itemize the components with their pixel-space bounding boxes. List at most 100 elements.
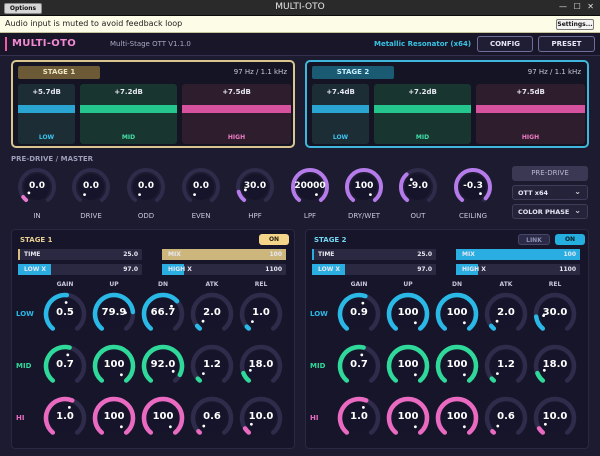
slider-value: 97.0 — [417, 266, 432, 273]
lowx-slider[interactable]: LOW X 97.0 — [18, 264, 142, 275]
slider-label: LOW X — [24, 266, 47, 273]
predrive-knob-out[interactable]: -9.0 — [398, 167, 438, 207]
slider-value: 100 — [269, 251, 282, 258]
meter-bar — [18, 105, 75, 113]
stage-2-crossover: 97 Hz / 1.1 kHz — [527, 68, 581, 76]
highx-slider[interactable]: HIGH X 1100 — [456, 264, 580, 275]
stage-1-mid-up-knob[interactable]: 100 — [92, 344, 136, 388]
config-button[interactable]: CONFIG — [477, 36, 533, 52]
knob-value: 2.0 — [497, 307, 515, 318]
meter-band-mid: +7.2dB MID — [80, 84, 177, 144]
maximize-icon[interactable]: ☐ — [574, 2, 583, 11]
time-slider[interactable]: TIME 25.0 — [312, 249, 436, 260]
predrive-knob-drive[interactable]: 0.0 — [71, 167, 111, 207]
time-slider[interactable]: TIME 25.0 — [18, 249, 142, 260]
slider-value: 97.0 — [123, 266, 138, 273]
stage-1-hi-atk-knob[interactable]: 0.6 — [190, 396, 234, 440]
predrive-knob-label: IN — [33, 212, 41, 220]
stage-2-mid-up-knob[interactable]: 100 — [386, 344, 430, 388]
stage-1-low-gain-knob[interactable]: 0.5 — [43, 292, 87, 336]
preset-button[interactable]: PRESET — [538, 36, 595, 52]
band-row-label: MID — [16, 362, 32, 370]
stage-2-on-button[interactable]: ON — [555, 234, 585, 245]
stage-1-low-rel-knob[interactable]: 1.0 — [239, 292, 283, 336]
mix-slider[interactable]: MIX 100 — [162, 249, 286, 260]
meter-band-mid: +7.2dB MID — [374, 84, 471, 144]
knob-value: 0.0 — [138, 181, 154, 191]
predrive-knob-even[interactable]: 0.0 — [181, 167, 221, 207]
stage-2-low-rel-knob[interactable]: 30.0 — [533, 292, 577, 336]
predrive-knob-drywet[interactable]: 100 — [344, 167, 384, 207]
stage-1-mid-atk-knob[interactable]: 1.2 — [190, 344, 234, 388]
knob-value-arc — [242, 426, 252, 435]
preset-name[interactable]: Metallic Resonator (x64) — [374, 40, 471, 48]
stage-2-mid-dn-knob[interactable]: 100 — [435, 344, 479, 388]
predrive-knob-label: DRY/WET — [347, 212, 381, 220]
knob-value: 0.0 — [193, 181, 209, 191]
stage-2-hi-gain-knob[interactable]: 1.0 — [337, 396, 381, 440]
highx-slider[interactable]: HIGH X 1100 — [162, 264, 286, 275]
slider-fill — [312, 249, 315, 260]
stage-2-mid-gain-knob[interactable]: 0.7 — [337, 344, 381, 388]
knob-value: -0.3 — [463, 181, 483, 191]
stage-2-hi-rel-knob[interactable]: 10.0 — [533, 396, 577, 440]
predrive-section-title: PRE-DRIVE / MASTER — [11, 155, 94, 163]
knob-value: 1.2 — [203, 359, 221, 370]
stage-2-link-button[interactable]: LINK — [518, 234, 550, 245]
stage-1-low-up-knob[interactable]: 79.9 — [92, 292, 136, 336]
stage-2-low-atk-knob[interactable]: 2.0 — [484, 292, 528, 336]
stage-2-low-dn-knob[interactable]: 100 — [435, 292, 479, 336]
knob-value: 100 — [354, 181, 374, 191]
stage-2-hi-dn-knob[interactable]: 100 — [435, 396, 479, 440]
knob-value: 100 — [152, 411, 174, 422]
stage-1-hi-gain-knob[interactable]: 1.0 — [43, 396, 87, 440]
predrive-knob-in[interactable]: 0.0 — [17, 167, 57, 207]
knob-value: 18.0 — [248, 359, 274, 370]
close-icon[interactable]: ✕ — [587, 2, 596, 11]
ott-mode-value: OTT x64 — [518, 189, 549, 197]
slider-label: MIX — [462, 251, 475, 258]
meter-band-label: MID — [415, 134, 430, 141]
predrive-knob-lpf[interactable]: 20000 — [290, 167, 330, 207]
stage-1-mid-gain-knob[interactable]: 0.7 — [43, 344, 87, 388]
stage-2-mid-rel-knob[interactable]: 18.0 — [533, 344, 577, 388]
window-title: MULTI-OTO — [275, 2, 325, 12]
predrive-knob-ceiling[interactable]: -0.3 — [453, 167, 493, 207]
minimize-icon[interactable]: — — [559, 2, 569, 11]
stage-2-title: STAGE 2 — [314, 236, 347, 244]
meter-bar — [476, 105, 585, 113]
stage-2-mid-atk-knob[interactable]: 1.2 — [484, 344, 528, 388]
settings-button[interactable]: Settings... — [556, 19, 594, 30]
predrive-knob-odd[interactable]: 0.0 — [126, 167, 166, 207]
knob-pointer — [543, 422, 547, 426]
predrive-knob-label: ODD — [137, 212, 155, 220]
band-row-label: LOW — [310, 310, 328, 318]
stage-1-low-dn-knob[interactable]: 66.7 — [141, 292, 185, 336]
predrive-knob-hpf[interactable]: 30.0 — [235, 167, 275, 207]
stage-1-hi-rel-knob[interactable]: 10.0 — [239, 396, 283, 440]
stage-1-mid-rel-knob[interactable]: 18.0 — [239, 344, 283, 388]
column-header: UP — [403, 281, 413, 288]
knob-value: 0.5 — [56, 307, 74, 318]
knob-value-arc — [196, 429, 203, 435]
ott-mode-dropdown[interactable]: OTT x64 ⌄ — [512, 185, 588, 200]
predrive-toggle-button[interactable]: PRE-DRIVE — [512, 166, 588, 181]
stage-1-mid-dn-knob[interactable]: 92.0 — [141, 344, 185, 388]
mix-slider[interactable]: MIX 100 — [456, 249, 580, 260]
stage-1-low-atk-knob[interactable]: 2.0 — [190, 292, 234, 336]
stage-1-hi-up-knob[interactable]: 100 — [92, 396, 136, 440]
slider-label: LOW X — [318, 266, 341, 273]
stage-1-hi-dn-knob[interactable]: 100 — [141, 396, 185, 440]
color-mode-dropdown[interactable]: COLOR PHASE ⌄ — [512, 204, 588, 219]
lowx-slider[interactable]: LOW X 97.0 — [312, 264, 436, 275]
knob-pointer — [251, 320, 254, 324]
meter-bar — [312, 105, 369, 113]
stage-2-hi-up-knob[interactable]: 100 — [386, 396, 430, 440]
meter-band-label: HIGH — [227, 134, 246, 141]
stage-2-low-up-knob[interactable]: 100 — [386, 292, 430, 336]
stage-2-low-gain-knob[interactable]: 0.9 — [337, 292, 381, 336]
stage-2-hi-atk-knob[interactable]: 0.6 — [484, 396, 528, 440]
meter-db: +7.2dB — [408, 88, 437, 96]
stage-1-on-button[interactable]: ON — [259, 234, 289, 245]
knob-value-arc — [195, 376, 203, 383]
